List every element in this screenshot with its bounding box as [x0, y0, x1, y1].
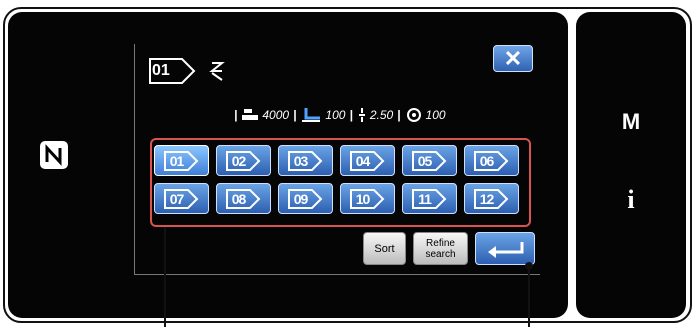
pattern-tag-icon: 04: [349, 150, 386, 172]
callout-line-enter: [528, 266, 530, 327]
speed-value: 100: [425, 108, 446, 122]
pattern-number: 05: [417, 152, 433, 169]
pattern-tag-icon: 05: [411, 150, 448, 172]
pattern-number: 07: [169, 190, 185, 207]
pattern-number: 08: [231, 190, 247, 207]
pitch-value: 2.50: [369, 108, 394, 122]
pattern-button[interactable]: 03: [278, 145, 333, 176]
pattern-button[interactable]: 04: [340, 145, 395, 176]
pattern-number: 10: [355, 190, 371, 207]
pattern-tag-icon: 01: [163, 150, 200, 172]
pattern-button[interactable]: 02: [216, 145, 271, 176]
pattern-button[interactable]: 10: [340, 183, 395, 214]
info-button[interactable]: i: [611, 180, 651, 220]
speed-icon: [406, 108, 421, 122]
close-button[interactable]: ✕: [493, 45, 533, 72]
pattern-number: 04: [355, 152, 371, 169]
pattern-number: 09: [293, 190, 309, 207]
pattern-button[interactable]: 06: [464, 145, 519, 176]
pattern-number: 01: [169, 152, 185, 169]
pattern-tag-icon: 11: [411, 188, 448, 210]
stitch-count-icon: [242, 109, 259, 120]
pattern-number: 06: [479, 152, 495, 169]
refine-label-line2: search: [425, 248, 456, 260]
callout-line-grid: [164, 227, 166, 327]
enter-button[interactable]: [475, 232, 535, 265]
refine-label-line1: Refine: [426, 237, 455, 249]
pattern-button[interactable]: 11: [402, 183, 457, 214]
presser-foot-icon: [302, 108, 321, 122]
pattern-number: 12: [479, 190, 495, 207]
pattern-number-tag-icon: 01: [148, 56, 204, 91]
pattern-tag-icon: 07: [163, 188, 200, 210]
pattern-number: 03: [293, 152, 309, 169]
callout-marker-enter: [525, 262, 533, 270]
pattern-tag-icon: 09: [287, 188, 324, 210]
pattern-number: 11: [418, 190, 432, 207]
pitch-icon: [358, 108, 365, 122]
sort-button[interactable]: Sort: [363, 232, 406, 265]
pattern-button[interactable]: 01: [154, 145, 209, 176]
side-screen: [576, 12, 686, 318]
sort-label: Sort: [374, 242, 395, 255]
pattern-tag-icon: 08: [225, 188, 262, 210]
enter-arrow-icon: [488, 242, 524, 258]
screen-divider-vertical: [134, 44, 135, 275]
pattern-button[interactable]: 09: [278, 183, 333, 214]
screen-divider-horizontal: [134, 274, 540, 275]
pattern-tag-icon: 12: [473, 188, 510, 210]
presser-foot-value: 100: [325, 108, 346, 122]
pattern-tag-icon: 02: [225, 150, 262, 172]
pattern-button[interactable]: 07: [154, 183, 209, 214]
pattern-tag-icon: 10: [349, 188, 386, 210]
edit-mark-icon: [209, 60, 225, 87]
nfc-icon[interactable]: [40, 141, 68, 169]
pattern-button[interactable]: 12: [464, 183, 519, 214]
pattern-parameters: | 4000 | 100 | 2.50 | 100: [234, 108, 446, 122]
refine-search-button[interactable]: Refine search: [413, 232, 468, 265]
pattern-number: 02: [231, 152, 247, 169]
m-button[interactable]: M: [611, 105, 651, 139]
stitch-count-value: 4000: [262, 108, 290, 122]
pattern-tag-icon: 03: [287, 150, 324, 172]
pattern-button[interactable]: 08: [216, 183, 271, 214]
pattern-tag-icon: 06: [473, 150, 510, 172]
pattern-button[interactable]: 05: [402, 145, 457, 176]
header-pattern-number: 01: [152, 62, 170, 79]
